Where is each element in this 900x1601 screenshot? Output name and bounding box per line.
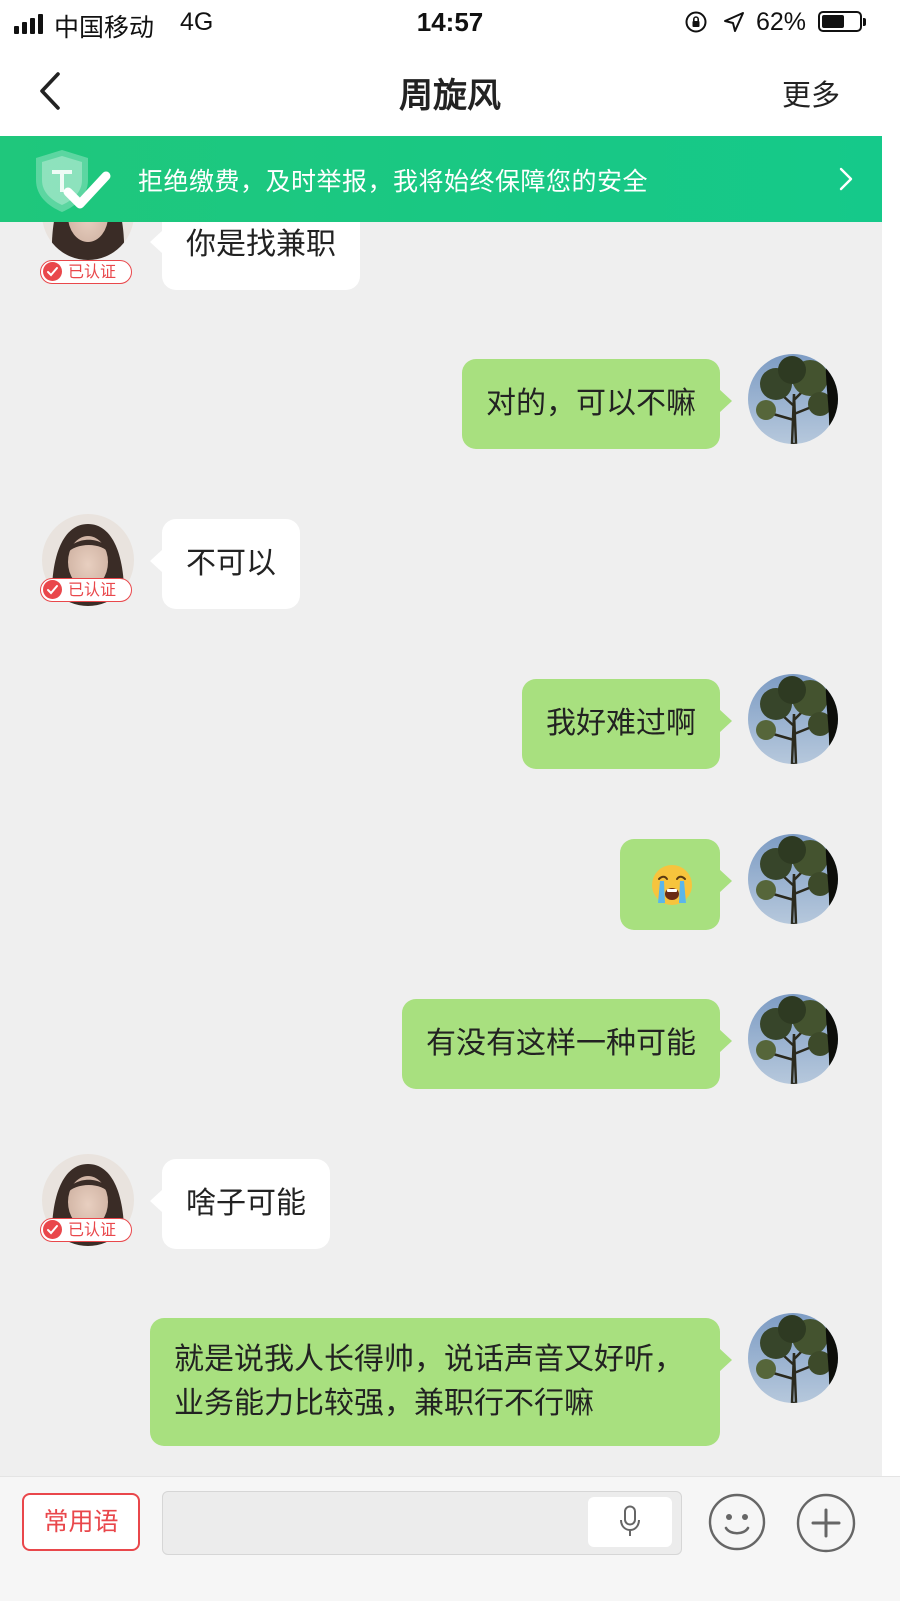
input-bar: 常用语 bbox=[0, 1476, 900, 1601]
smiley-icon[interactable] bbox=[708, 1493, 766, 1551]
location-arrow-icon bbox=[724, 12, 744, 32]
battery-icon bbox=[818, 11, 866, 32]
common-phrases-button[interactable]: 常用语 bbox=[22, 1493, 140, 1551]
battery-percent: 62% bbox=[756, 8, 807, 36]
message-bubble[interactable] bbox=[620, 839, 732, 930]
my-avatar[interactable] bbox=[748, 354, 838, 444]
message-bubble[interactable]: 有没有这样一种可能 bbox=[402, 999, 732, 1089]
status-bar: 中国移动 4G 14:57 62% bbox=[0, 0, 900, 44]
my-avatar[interactable] bbox=[748, 1313, 838, 1403]
message-row-outgoing: 我好难过啊 bbox=[0, 674, 882, 769]
plus-icon[interactable] bbox=[796, 1493, 856, 1553]
safety-banner-text: 拒绝缴费，及时举报，我将始终保障您的安全 bbox=[138, 167, 649, 196]
message-row-incoming: 已认证 啥子可能 bbox=[0, 1154, 882, 1250]
message-bubble[interactable]: 啥子可能 bbox=[150, 1159, 330, 1249]
message-row-incoming: 已认证 不可以 bbox=[0, 514, 882, 610]
rotation-lock-icon bbox=[685, 11, 707, 33]
message-row-outgoing: 有没有这样一种可能 bbox=[0, 994, 882, 1089]
verified-badge: 已认证 bbox=[40, 260, 132, 284]
verified-badge: 已认证 bbox=[40, 1218, 132, 1242]
scroll-gutter bbox=[882, 136, 900, 1476]
verified-badge: 已认证 bbox=[40, 578, 132, 602]
chevron-right-icon bbox=[839, 167, 853, 191]
more-button[interactable]: 更多 bbox=[782, 72, 840, 114]
chat-title: 周旋风 bbox=[399, 76, 501, 116]
nav-bar: 周旋风 更多 bbox=[0, 44, 900, 136]
crying-face-icon bbox=[652, 865, 692, 905]
safety-banner[interactable]: 拒绝缴费，及时举报，我将始终保障您的安全 bbox=[0, 136, 882, 222]
message-row-outgoing: 对的，可以不嘛 bbox=[0, 354, 882, 449]
message-bubble[interactable]: 不可以 bbox=[150, 519, 300, 609]
voice-input-button[interactable] bbox=[588, 1497, 672, 1547]
shield-check-icon bbox=[36, 150, 111, 212]
my-avatar[interactable] bbox=[748, 994, 838, 1084]
message-row-outgoing: 就是说我人长得帅，说话声音又好听，业务能力比较强，兼职行不行嘛 bbox=[0, 1313, 882, 1447]
microphone-icon bbox=[620, 1505, 640, 1536]
message-bubble[interactable]: 对的，可以不嘛 bbox=[462, 359, 732, 449]
chat-messages[interactable]: 已认证 你是找兼职 对的，可以不嘛 已认证 不可以 我好难过啊 有没有这样一种可… bbox=[0, 222, 882, 1476]
message-bubble[interactable]: 就是说我人长得帅，说话声音又好听，业务能力比较强，兼职行不行嘛 bbox=[150, 1318, 732, 1446]
message-row-outgoing bbox=[0, 834, 882, 930]
my-avatar[interactable] bbox=[748, 834, 838, 924]
message-bubble[interactable]: 我好难过啊 bbox=[522, 679, 732, 769]
my-avatar[interactable] bbox=[748, 674, 838, 764]
message-row-incoming: 已认证 你是找兼职 bbox=[0, 222, 882, 302]
contact-avatar[interactable] bbox=[42, 222, 134, 260]
message-bubble[interactable]: 你是找兼职 bbox=[150, 222, 360, 290]
